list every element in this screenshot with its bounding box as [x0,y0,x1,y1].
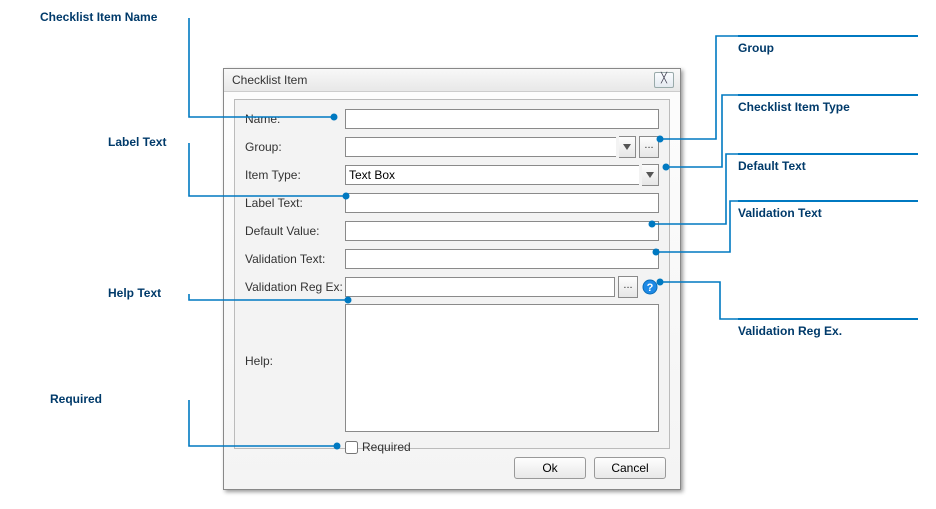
checklist-item-dialog: Checklist Item ╳ Name: Group: ... Item T… [223,68,681,490]
label-text-input[interactable] [345,193,659,213]
cancel-button[interactable]: Cancel [594,457,666,479]
callout-required: Required [50,392,102,406]
dialog-titlebar: Checklist Item ╳ [224,69,680,92]
label-required: Required [362,440,411,454]
callout-help-text: Help Text [108,286,161,300]
group-ellipsis-button[interactable]: ... [639,136,659,158]
form-area: Name: Group: ... Item Type: [234,99,670,449]
callout-label-text: Label Text [108,135,166,149]
callout-default-text: Default Text [738,153,918,173]
name-input[interactable] [345,109,659,129]
item-type-input[interactable] [345,165,639,185]
label-default-value: Default Value: [245,224,345,238]
label-validation-text: Validation Text: [245,252,345,266]
default-value-input[interactable] [345,221,659,241]
callout-validation-reg-ex: Validation Reg Ex. [738,318,918,338]
row-name: Name: [245,108,659,130]
dialog-buttons: Ok Cancel [514,457,666,479]
row-group: Group: ... [245,136,659,158]
label-name: Name: [245,112,345,126]
row-label-text: Label Text: [245,192,659,214]
required-checkbox[interactable] [345,441,358,454]
validation-regex-ellipsis-button[interactable]: ... [618,276,638,298]
callout-checklist-item-name: Checklist Item Name [40,10,157,24]
label-group: Group: [245,140,345,154]
label-item-type: Item Type: [245,168,345,182]
row-help: Help: [245,304,659,432]
label-label-text: Label Text: [245,196,345,210]
row-item-type: Item Type: [245,164,659,186]
ok-button[interactable]: Ok [514,457,586,479]
group-dropdown-button[interactable] [619,136,636,158]
row-validation-text: Validation Text: [245,248,659,270]
validation-regex-input[interactable] [345,277,615,297]
callout-group: Group [738,35,918,55]
group-input[interactable] [345,137,616,157]
row-default-value: Default Value: [245,220,659,242]
label-help: Help: [245,304,345,368]
chevron-down-icon [646,172,654,178]
validation-text-input[interactable] [345,249,659,269]
svg-text:?: ? [647,282,654,294]
close-button[interactable]: ╳ [654,72,674,88]
row-required: Required [245,440,659,454]
callout-validation-text: Validation Text [738,200,918,220]
close-icon: ╳ [661,73,667,84]
callout-checklist-item-type: Checklist Item Type [738,94,918,114]
chevron-down-icon [623,144,631,150]
help-textarea[interactable] [345,304,659,432]
label-validation-regex: Validation Reg Ex: [245,280,345,294]
question-icon: ? [642,279,658,295]
item-type-dropdown-button[interactable] [642,164,659,186]
row-validation-regex: Validation Reg Ex: ... ? [245,276,659,298]
dialog-title: Checklist Item [232,73,307,87]
validation-regex-help-button[interactable]: ? [641,278,659,296]
